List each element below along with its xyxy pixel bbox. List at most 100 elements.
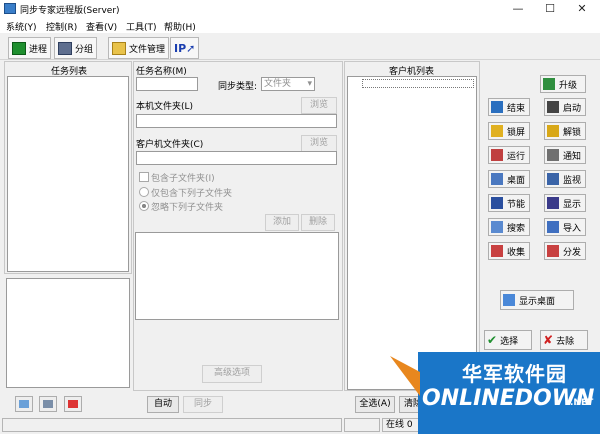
include-subfolders-checkbox[interactable] bbox=[139, 172, 149, 182]
monitor-label: 监视 bbox=[563, 175, 582, 186]
menu-tools[interactable]: 工具(T) bbox=[126, 20, 157, 33]
upgrade-icon bbox=[543, 78, 555, 90]
ignore-label: 忽略下列子文件夹 bbox=[151, 203, 224, 213]
start-label: 启动 bbox=[563, 103, 582, 114]
import-label: 导入 bbox=[563, 223, 582, 234]
sync-button[interactable]: 同步 bbox=[183, 396, 223, 413]
client-list[interactable] bbox=[347, 76, 477, 390]
watermark-en: ONLINEDOWN bbox=[422, 386, 595, 411]
display-button[interactable]: 显示 bbox=[544, 194, 586, 212]
client-folder-input[interactable] bbox=[136, 151, 337, 165]
show-desktop-icon bbox=[503, 294, 515, 306]
client-list-focus bbox=[362, 79, 474, 88]
delete-task-button[interactable] bbox=[64, 396, 82, 412]
desktop-label: 桌面 bbox=[507, 175, 526, 186]
local-folder-input[interactable] bbox=[136, 114, 337, 128]
advanced-options-button[interactable]: 高级选项 bbox=[202, 365, 262, 383]
notify-button[interactable]: 通知 bbox=[544, 146, 586, 164]
lock-icon bbox=[491, 125, 503, 137]
auto-button[interactable]: 自动 bbox=[147, 396, 179, 413]
lock-label: 锁屏 bbox=[507, 127, 526, 138]
watermark-cn: 华军软件园 bbox=[462, 362, 567, 386]
group-button[interactable]: 分组 bbox=[54, 37, 98, 59]
desktop-button[interactable]: 桌面 bbox=[488, 170, 530, 188]
run-label: 运行 bbox=[507, 151, 526, 162]
remove-button[interactable]: ✘ 去除 bbox=[540, 330, 588, 350]
end-button[interactable]: 结束 bbox=[488, 98, 530, 116]
display-label: 显示 bbox=[563, 199, 582, 210]
add-folder-button[interactable]: 添加 bbox=[265, 214, 299, 231]
sync-type-label: 同步类型: bbox=[218, 82, 258, 92]
subfolder-list[interactable] bbox=[135, 232, 339, 320]
search-icon bbox=[491, 221, 503, 233]
task-name-input[interactable] bbox=[136, 77, 198, 91]
menu-help[interactable]: 帮助(H) bbox=[164, 20, 196, 33]
monitor-button[interactable]: 监视 bbox=[544, 170, 586, 188]
distribute-button[interactable]: 分发 bbox=[544, 242, 586, 260]
check-icon: ✔ bbox=[487, 333, 498, 347]
delete-folder-button[interactable]: 删除 bbox=[301, 214, 335, 231]
collect-button[interactable]: 收集 bbox=[488, 242, 530, 260]
process-icon bbox=[12, 41, 26, 55]
menu-control[interactable]: 控制(R) bbox=[46, 20, 77, 33]
run-button[interactable]: 运行 bbox=[488, 146, 530, 164]
run-icon bbox=[491, 149, 503, 161]
file-manager-button[interactable]: 文件管理 bbox=[108, 37, 170, 59]
app-icon bbox=[4, 3, 16, 14]
ip-button[interactable]: IP ➚ bbox=[170, 37, 200, 59]
chevron-down-icon: ▾ bbox=[307, 79, 312, 89]
monitor-icon bbox=[547, 173, 559, 185]
watermark: 华军软件园 ONLINEDOWN .NET bbox=[390, 352, 600, 434]
client-list-group: 客户机列表 bbox=[344, 61, 480, 391]
close-button[interactable]: ✕ bbox=[566, 0, 598, 18]
group-icon bbox=[58, 41, 72, 55]
choose-button[interactable]: ✔ 选择 bbox=[484, 330, 532, 350]
online-count: 在线 0 bbox=[382, 418, 422, 432]
ignore-radio[interactable] bbox=[139, 201, 149, 211]
copy-task-button[interactable] bbox=[39, 396, 57, 412]
unlock-button[interactable]: 解锁 bbox=[544, 122, 586, 140]
status-cell-blank bbox=[344, 418, 380, 432]
only-include-radio[interactable] bbox=[139, 187, 149, 197]
search-button[interactable]: 搜索 bbox=[488, 218, 530, 236]
sync-type-select[interactable]: 文件夹 ▾ bbox=[261, 77, 315, 91]
lock-button[interactable]: 锁屏 bbox=[488, 122, 530, 140]
group-label: 分组 bbox=[75, 44, 94, 55]
save-energy-button[interactable]: 节能 bbox=[488, 194, 530, 212]
menu-view[interactable]: 查看(V) bbox=[86, 20, 117, 33]
speaker-icon bbox=[547, 149, 559, 161]
upgrade-label: 升级 bbox=[559, 80, 578, 91]
process-label: 进程 bbox=[29, 44, 48, 55]
start-button[interactable]: 启动 bbox=[544, 98, 586, 116]
show-desktop-button[interactable]: 显示桌面 bbox=[500, 290, 574, 310]
select-all-button[interactable]: 全选(A) bbox=[355, 396, 395, 413]
new-task-button[interactable] bbox=[15, 396, 33, 412]
minimize-button[interactable]: — bbox=[502, 0, 534, 18]
file-manager-label: 文件管理 bbox=[129, 44, 166, 55]
ip-label: IP bbox=[174, 41, 187, 55]
client-browse-button[interactable]: 浏览 bbox=[301, 135, 337, 152]
display-icon bbox=[547, 197, 559, 209]
task-list[interactable] bbox=[7, 76, 129, 272]
collect-icon bbox=[491, 245, 503, 257]
save-energy-label: 节能 bbox=[507, 199, 526, 210]
end-label: 结束 bbox=[507, 103, 526, 114]
choose-label: 选择 bbox=[500, 336, 519, 347]
desktop-icon bbox=[491, 173, 503, 185]
window-title: 同步专家远程版(Server) bbox=[20, 6, 120, 16]
new-task-icon bbox=[19, 400, 29, 408]
maximize-button[interactable]: ☐ bbox=[534, 0, 566, 18]
title-bar: 同步专家远程版(Server) — ☐ ✕ bbox=[0, 0, 600, 18]
local-browse-button[interactable]: 浏览 bbox=[301, 97, 337, 114]
search-label: 搜索 bbox=[507, 223, 526, 234]
task-detail-list[interactable] bbox=[6, 278, 130, 388]
unlock-label: 解锁 bbox=[563, 127, 582, 138]
upgrade-button[interactable]: 升级 bbox=[540, 75, 586, 93]
distribute-icon bbox=[547, 245, 559, 257]
remove-label: 去除 bbox=[556, 336, 575, 347]
import-button[interactable]: 导入 bbox=[544, 218, 586, 236]
process-button[interactable]: 进程 bbox=[8, 37, 52, 59]
menu-system[interactable]: 系统(Y) bbox=[6, 20, 37, 33]
sync-type-value: 文件夹 bbox=[264, 79, 292, 89]
import-icon bbox=[547, 221, 559, 233]
